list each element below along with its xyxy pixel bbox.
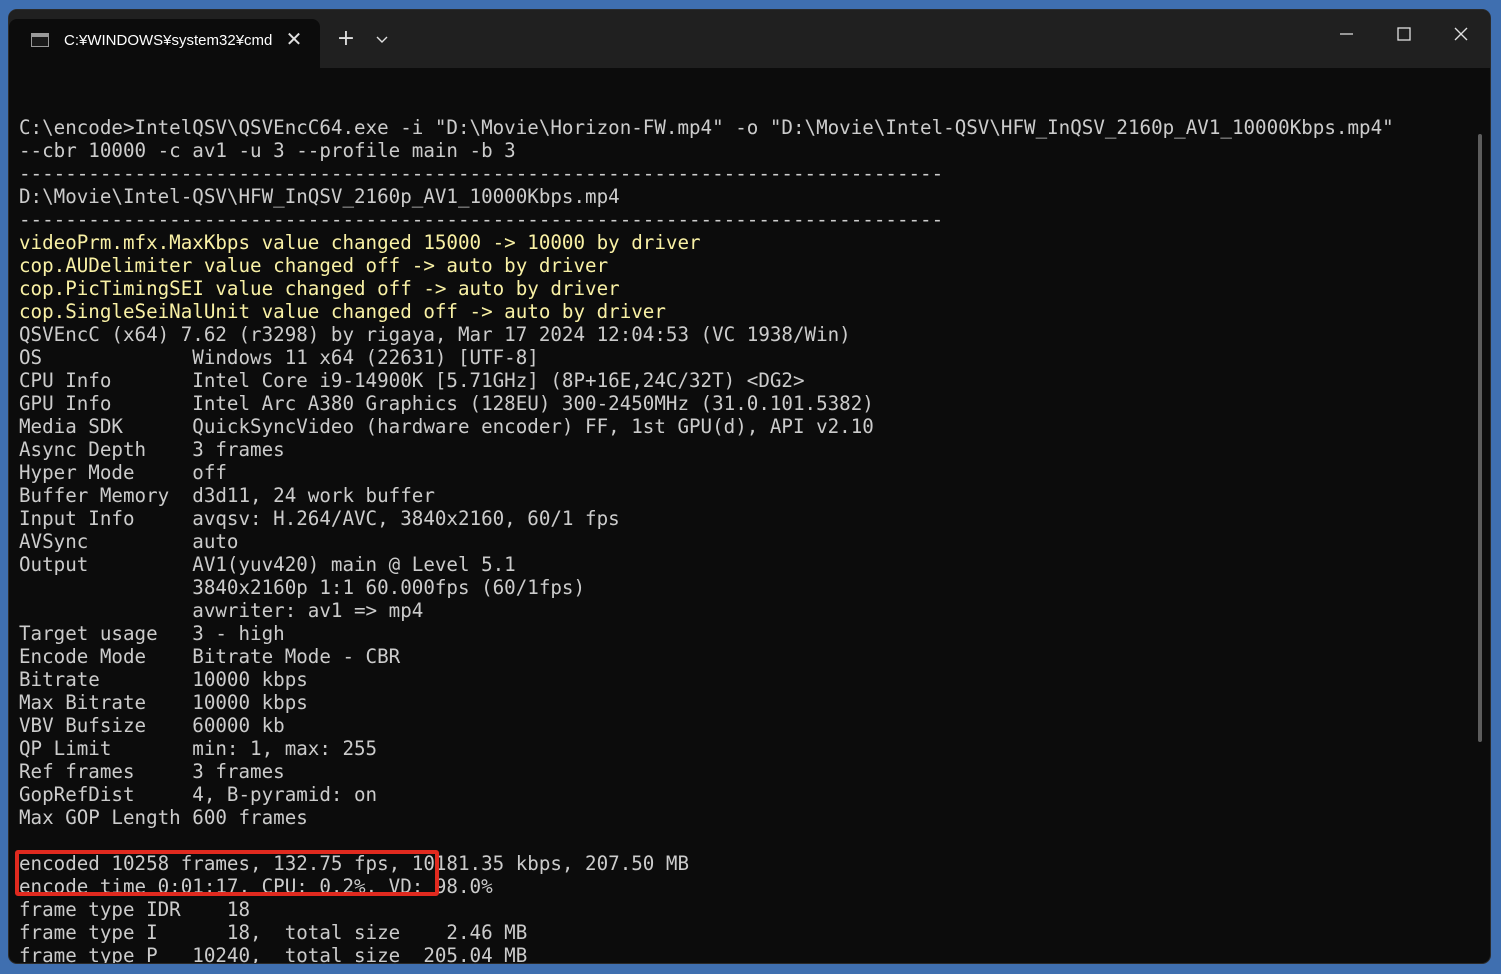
console-icon bbox=[31, 33, 49, 47]
close-tab-icon[interactable]: ✕ bbox=[283, 28, 305, 50]
terminal-line: cop.PicTimingSEI value changed off -> au… bbox=[19, 277, 620, 300]
terminal-line: cop.AUDelimiter value changed off -> aut… bbox=[19, 254, 609, 277]
terminal-line: Target usage 3 - high bbox=[19, 622, 285, 645]
terminal-line: Max GOP Length 600 frames bbox=[19, 806, 308, 829]
terminal-line: Buffer Memory d3d11, 24 work buffer bbox=[19, 484, 435, 507]
terminal-line: Ref frames 3 frames bbox=[19, 760, 285, 783]
tab-title: C:¥WINDOWS¥system32¥cmd bbox=[64, 32, 273, 49]
title-bar[interactable]: C:¥WINDOWS¥system32¥cmd ✕ + bbox=[9, 10, 1490, 68]
maximize-icon bbox=[1397, 27, 1411, 41]
terminal-line: VBV Bufsize 60000 kb bbox=[19, 714, 285, 737]
terminal-line: frame type I 18, total size 2.46 MB bbox=[19, 921, 528, 944]
terminal-line: AVSync auto bbox=[19, 530, 239, 553]
new-tab-button[interactable]: + bbox=[334, 27, 358, 51]
maximize-button[interactable] bbox=[1375, 10, 1433, 58]
terminal-output[interactable]: C:\encode>IntelQSV\QSVEncC64.exe -i "D:\… bbox=[15, 70, 1469, 963]
minimize-button[interactable] bbox=[1317, 10, 1375, 58]
terminal-line: CPU Info Intel Core i9-14900K [5.71GHz] … bbox=[19, 369, 805, 392]
terminal-line: cop.SingleSeiNalUnit value changed off -… bbox=[19, 300, 666, 323]
tab-cmd[interactable]: C:¥WINDOWS¥system32¥cmd ✕ bbox=[9, 19, 320, 68]
terminal-line: --cbr 10000 -c av1 -u 3 --profile main -… bbox=[19, 139, 516, 162]
terminal-line: frame type P 10240, total size 205.04 MB bbox=[19, 944, 528, 963]
terminal-line: 3840x2160p 1:1 60.000fps (60/1fps) bbox=[19, 576, 586, 599]
terminal-window: C:¥WINDOWS¥system32¥cmd ✕ + C:\encode>In… bbox=[9, 10, 1490, 963]
terminal-line: QSVEncC (x64) 7.62 (r3298) by rigaya, Ma… bbox=[19, 323, 851, 346]
terminal-line: Max Bitrate 10000 kbps bbox=[19, 691, 308, 714]
terminal-line: GPU Info Intel Arc A380 Graphics (128EU)… bbox=[19, 392, 874, 415]
terminal-line: C:\encode>IntelQSV\QSVEncC64.exe -i "D:\… bbox=[19, 116, 1394, 139]
terminal-line: Input Info avqsv: H.264/AVC, 3840x2160, … bbox=[19, 507, 620, 530]
close-window-button[interactable] bbox=[1433, 10, 1490, 58]
terminal-line: ----------------------------------------… bbox=[19, 208, 944, 231]
terminal-line: QP Limit min: 1, max: 255 bbox=[19, 737, 378, 760]
minimize-icon bbox=[1340, 33, 1353, 35]
terminal-line: Bitrate 10000 kbps bbox=[19, 668, 308, 691]
chevron-down-icon bbox=[376, 36, 388, 43]
highlight-box bbox=[15, 850, 439, 896]
terminal-line: avwriter: av1 => mp4 bbox=[19, 599, 424, 622]
terminal-line: GopRefDist 4, B-pyramid: on bbox=[19, 783, 378, 806]
terminal-line: Encode Mode Bitrate Mode - CBR bbox=[19, 645, 401, 668]
terminal-line: videoPrm.mfx.MaxKbps value changed 15000… bbox=[19, 231, 701, 254]
terminal-line: Async Depth 3 frames bbox=[19, 438, 285, 461]
terminal-line: D:\Movie\Intel-QSV\HFW_InQSV_2160p_AV1_1… bbox=[19, 185, 620, 208]
terminal-line: Hyper Mode off bbox=[19, 461, 227, 484]
tab-dropdown-button[interactable] bbox=[372, 29, 392, 49]
terminal-line: Output AV1(yuv420) main @ Level 5.1 bbox=[19, 553, 516, 576]
vertical-scrollbar[interactable] bbox=[1478, 134, 1482, 742]
terminal-line: OS Windows 11 x64 (22631) [UTF-8] bbox=[19, 346, 539, 369]
terminal-line: frame type IDR 18 bbox=[19, 898, 251, 921]
terminal-line: Media SDK QuickSyncVideo (hardware encod… bbox=[19, 415, 874, 438]
terminal-line: ----------------------------------------… bbox=[19, 162, 944, 185]
close-icon bbox=[1454, 27, 1468, 41]
